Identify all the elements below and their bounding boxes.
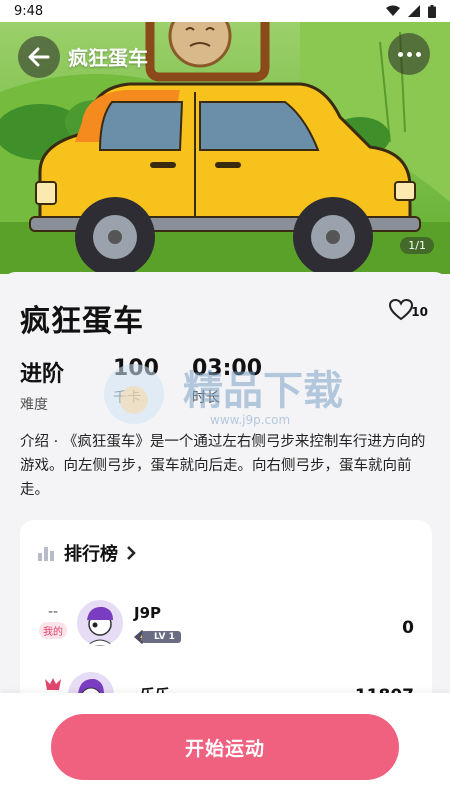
intro-separator: ·	[49, 434, 63, 450]
like-button[interactable]: 10	[389, 299, 428, 321]
stat-label: 千卡	[113, 390, 141, 406]
stat-label: 时长	[192, 390, 220, 406]
ranking-card: 排行榜 -- 我的 J9P LV 1 0 乐乐	[20, 520, 432, 720]
start-exercise-button[interactable]: 开始运动	[51, 714, 399, 780]
more-dots-icon	[397, 51, 403, 57]
stat-value: 100	[113, 356, 159, 381]
stat-duration: 03:00 时长	[192, 356, 262, 407]
stat-label: 难度	[20, 397, 48, 413]
intro-body: 《疯狂蛋车》是一个通过左右侧弓步来控制车行进方向的游戏。向左侧弓步，蛋车就向后走…	[20, 434, 426, 498]
more-button[interactable]	[388, 33, 430, 75]
arrow-left-icon	[28, 47, 50, 67]
stat-calories: 100 千卡	[113, 356, 159, 407]
heart-icon	[389, 299, 414, 321]
watermark-url: www.j9p.com	[210, 413, 290, 427]
chevron-right-icon	[127, 546, 136, 560]
bar-chart-icon	[38, 547, 54, 561]
ranking-row[interactable]: -- 我的 J9P LV 1 0	[20, 596, 432, 656]
intro-label: 介绍	[20, 434, 49, 450]
stat-value: 03:00	[192, 356, 263, 381]
stat-difficulty: 进阶 难度	[20, 356, 64, 414]
wifi-icon	[386, 5, 400, 16]
back-button[interactable]	[18, 36, 60, 78]
nav-title: 疯狂蛋车	[68, 46, 148, 70]
crown-icon	[45, 678, 61, 690]
bottom-bar: 开始运动	[0, 693, 450, 800]
status-icons	[386, 4, 436, 18]
signal-icon	[408, 5, 420, 17]
status-time: 9:48	[14, 3, 44, 19]
ranking-header[interactable]: 排行榜	[38, 540, 136, 566]
rank-value: --	[47, 604, 59, 620]
score-value: 0	[402, 618, 414, 638]
stat-value: 进阶	[20, 362, 65, 387]
intro-text: 介绍 · 《疯狂蛋车》是一个通过左右侧弓步来控制车行进方向的游戏。向左侧弓步，蛋…	[20, 430, 432, 502]
carousel-indicator: 1/1	[400, 237, 434, 254]
battery-icon	[428, 4, 436, 18]
my-badge: 我的	[39, 622, 67, 639]
user-name: J9P	[134, 604, 162, 622]
like-count: 10	[411, 305, 428, 319]
game-title: 疯狂蛋车	[20, 304, 144, 339]
level-label: LV 1	[142, 631, 181, 643]
avatar	[77, 600, 123, 646]
status-bar: 9:48	[0, 0, 450, 22]
rank-cell: -- 我的	[36, 604, 70, 639]
ranking-title: 排行榜	[64, 544, 118, 565]
game-detail: 疯狂蛋车 10 进阶 难度 100 千卡 03:00 时长 介绍 · 《疯狂蛋车…	[0, 272, 450, 720]
level-badge: LV 1	[134, 630, 181, 644]
